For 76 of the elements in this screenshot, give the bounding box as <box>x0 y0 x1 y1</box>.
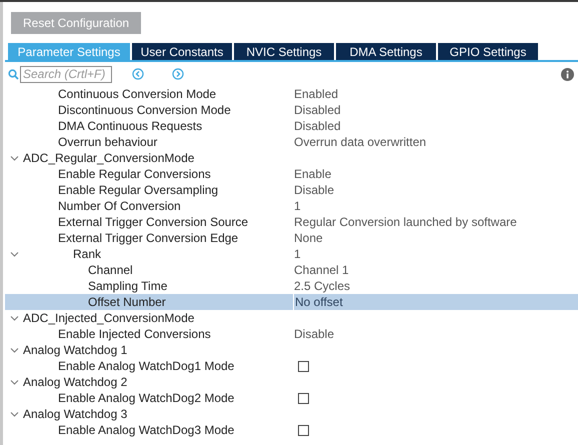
tree-row[interactable]: Number Of Conversion 1 <box>5 198 578 214</box>
parameter-value: Disable <box>294 182 334 199</box>
group-label: Analog Watchdog 3 <box>23 406 128 423</box>
parameter-label: External Trigger Conversion Source <box>58 214 248 231</box>
parameter-value: Enable <box>294 166 332 183</box>
tree-row[interactable]: Enable Analog WatchDog1 Mode <box>5 358 578 374</box>
checkbox[interactable] <box>298 360 309 372</box>
tree-row[interactable]: Analog Watchdog 3 <box>5 406 578 422</box>
tab[interactable]: NVIC Settings <box>234 43 334 60</box>
group-label: Analog Watchdog 1 <box>23 342 128 359</box>
parameter-label: Enable Analog WatchDog2 Mode <box>58 390 234 407</box>
tree-row[interactable]: Enable Analog WatchDog3 Mode <box>5 422 578 438</box>
tree-row[interactable]: Sampling Time 2.5 Cycles <box>5 278 578 294</box>
parameter-label: Number Of Conversion <box>58 198 181 215</box>
tree-row[interactable]: Analog Watchdog 1 <box>5 342 578 358</box>
chevron-down-icon[interactable] <box>10 314 18 322</box>
parameter-value: Channel 1 <box>294 262 349 279</box>
chevron-down-icon[interactable] <box>10 154 18 162</box>
chevron-down-icon[interactable] <box>10 346 18 354</box>
parameter-value: Regular Conversion launched by software <box>294 214 517 231</box>
tree-row[interactable]: Enable Analog WatchDog2 Mode <box>5 390 578 406</box>
info-icon[interactable] <box>561 68 574 80</box>
parameter-value: Disabled <box>294 102 341 119</box>
parameter-value: Disabled <box>294 118 341 135</box>
parameter-label: DMA Continuous Requests <box>58 118 202 135</box>
parameter-value: 1 <box>294 198 301 215</box>
parameter-label: Enable Analog WatchDog1 Mode <box>58 358 234 375</box>
parameter-value: 1 <box>294 246 301 263</box>
parameter-label: Overrun behaviour <box>58 134 158 151</box>
checkbox[interactable] <box>298 392 309 404</box>
parameter-value: Enabled <box>294 86 338 103</box>
tree-row[interactable]: Continuous Conversion Mode Enabled <box>5 86 578 102</box>
parameter-label: Channel <box>88 262 133 279</box>
tree-row[interactable]: Discontinuous Conversion Mode Disabled <box>5 102 578 118</box>
parameter-label: Sampling Time <box>88 278 168 295</box>
tree-row[interactable]: External Trigger Conversion Edge None <box>5 230 578 246</box>
group-label: ADC_Injected_ConversionMode <box>23 310 194 327</box>
parameter-label: Enable Regular Conversions <box>58 166 211 183</box>
next-circle-icon[interactable] <box>172 68 184 80</box>
search-icon <box>8 68 19 80</box>
tab[interactable]: User Constants <box>132 43 232 60</box>
previous-circle-icon[interactable] <box>132 68 144 80</box>
parameter-label: Enable Regular Oversampling <box>58 182 218 199</box>
checkbox[interactable] <box>298 424 309 436</box>
tree-row[interactable]: Overrun behaviour Overrun data overwritten <box>5 134 578 150</box>
parameter-label: Enable Analog WatchDog3 Mode <box>58 422 234 439</box>
tree-row[interactable]: Offset Number No offset <box>5 294 578 310</box>
group-label: ADC_Regular_ConversionMode <box>23 150 194 167</box>
tree-row[interactable]: ADC_Injected_ConversionMode <box>5 310 578 326</box>
group-label: Analog Watchdog 2 <box>23 374 128 391</box>
tree-row[interactable]: ADC_Regular_ConversionMode <box>5 150 578 166</box>
parameter-value: 2.5 Cycles <box>294 278 350 295</box>
group-label: Rank <box>73 246 102 263</box>
tree-row[interactable]: Enable Regular Conversions Enable <box>5 166 578 182</box>
chevron-down-icon[interactable] <box>10 250 18 258</box>
tree-row[interactable]: Enable Regular Oversampling Disable <box>5 182 578 198</box>
tree-row[interactable]: Analog Watchdog 2 <box>5 374 578 390</box>
tree-row[interactable]: Rank 1 <box>5 246 578 262</box>
tree-row[interactable]: Enable Injected Conversions Disable <box>5 326 578 342</box>
parameter-value: No offset <box>295 294 343 311</box>
tree-row[interactable]: External Trigger Conversion Source Regular Conversion launched by software <box>5 214 578 230</box>
chevron-down-icon[interactable] <box>10 410 18 418</box>
parameter-label: Offset Number <box>88 294 166 311</box>
parameter-label: External Trigger Conversion Edge <box>58 230 238 247</box>
parameter-value: Disable <box>294 326 334 343</box>
parameter-label: Enable Injected Conversions <box>58 326 211 343</box>
tree-row[interactable]: Channel Channel 1 <box>5 262 578 278</box>
parameter-value: None <box>294 230 323 247</box>
tree-row[interactable]: DMA Continuous Requests Disabled <box>5 118 578 134</box>
chevron-down-icon[interactable] <box>10 378 18 386</box>
search-field[interactable]: Search (Crtl+F) <box>20 66 112 82</box>
tab[interactable]: DMA Settings <box>336 43 436 60</box>
parameter-label: Continuous Conversion Mode <box>58 86 216 103</box>
parameter-label: Discontinuous Conversion Mode <box>58 102 231 119</box>
parameter-value: Overrun data overwritten <box>294 134 426 151</box>
tab[interactable]: GPIO Settings <box>438 43 538 60</box>
